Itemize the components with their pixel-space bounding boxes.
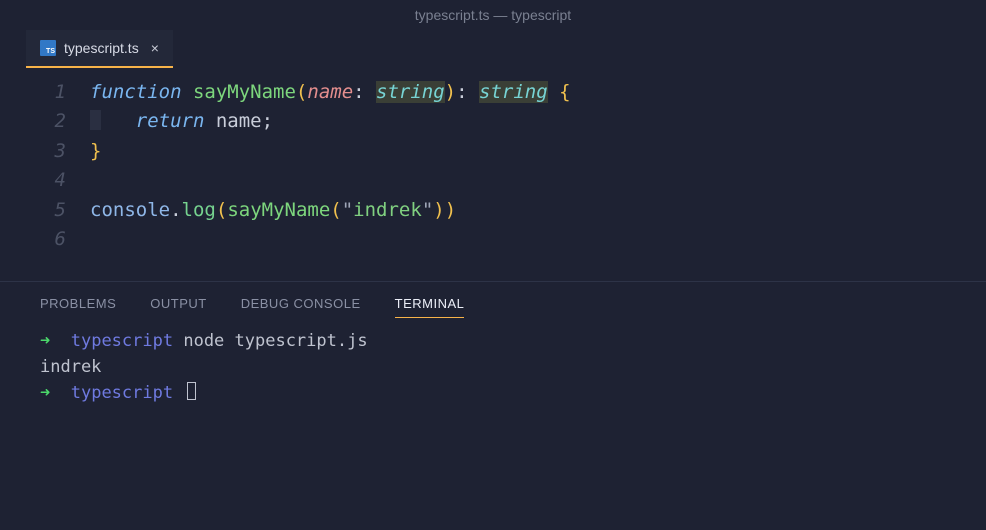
close-icon[interactable]: × <box>151 40 159 56</box>
line-number: 5 <box>0 196 90 225</box>
code-line: 5 console.log(sayMyName("indrek")) <box>0 196 986 225</box>
code-line: 4 <box>0 166 986 195</box>
typescript-file-icon: TS <box>40 40 56 56</box>
tab-terminal[interactable]: TERMINAL <box>395 296 465 318</box>
code-text: function sayMyName(name: string): string… <box>90 78 571 107</box>
window-titlebar: typescript.ts — typescript <box>0 0 986 30</box>
prompt-cwd: typescript <box>71 331 173 351</box>
file-tab-typescript[interactable]: TS typescript.ts × <box>26 30 173 68</box>
line-number: 2 <box>0 107 90 136</box>
line-number: 1 <box>0 78 90 107</box>
code-text: return name; <box>90 107 273 136</box>
terminal-line: ➜ typescript <box>40 380 946 406</box>
line-number: 4 <box>0 166 90 195</box>
window-title: typescript.ts — typescript <box>415 7 571 23</box>
tab-debug-console[interactable]: DEBUG CONSOLE <box>241 296 361 318</box>
terminal-line: ➜ typescript node typescript.js <box>40 328 946 354</box>
code-line: 2 return name; <box>0 107 986 136</box>
cursor-icon <box>187 382 196 400</box>
code-line: 1 function sayMyName(name: string): stri… <box>0 78 986 107</box>
code-text: console.log(sayMyName("indrek")) <box>90 196 456 225</box>
line-number: 3 <box>0 137 90 166</box>
terminal-command: node typescript.js <box>183 331 367 351</box>
terminal-line: indrek <box>40 354 946 380</box>
panel-tabs: PROBLEMS OUTPUT DEBUG CONSOLE TERMINAL <box>0 282 986 324</box>
file-tab-label: typescript.ts <box>64 40 139 56</box>
prompt-arrow-icon: ➜ <box>40 331 50 351</box>
prompt-cwd: typescript <box>71 383 173 403</box>
terminal[interactable]: ➜ typescript node typescript.js indrek ➜… <box>0 324 986 417</box>
prompt-arrow-icon: ➜ <box>40 383 50 403</box>
code-editor[interactable]: 1 function sayMyName(name: string): stri… <box>0 68 986 275</box>
indent-guide <box>90 110 101 131</box>
code-line: 3 } <box>0 137 986 166</box>
code-text: } <box>90 137 101 166</box>
tab-output[interactable]: OUTPUT <box>150 296 206 318</box>
code-line: 6 <box>0 225 986 254</box>
tab-problems[interactable]: PROBLEMS <box>40 296 116 318</box>
editor-tabrow: TS typescript.ts × <box>0 30 986 68</box>
line-number: 6 <box>0 225 90 254</box>
terminal-output: indrek <box>40 357 101 377</box>
